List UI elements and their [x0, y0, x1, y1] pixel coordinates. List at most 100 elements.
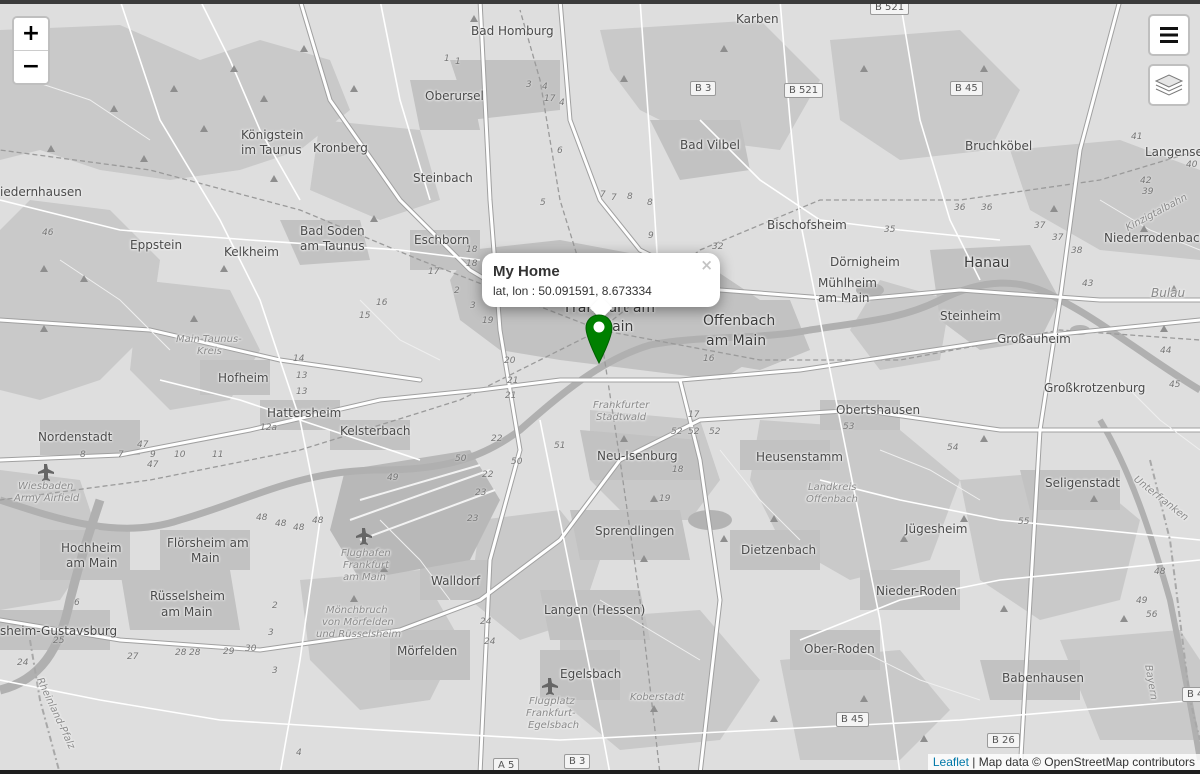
route-number: 56	[1146, 610, 1158, 620]
place-label: Heusenstamm	[756, 450, 843, 464]
route-number: 35	[884, 225, 896, 235]
route-number: 15	[359, 311, 371, 321]
route-number: 24	[480, 617, 492, 627]
route-number: 19	[482, 316, 494, 326]
route-number: 23	[475, 488, 487, 498]
place-label: Rüsselsheim	[150, 589, 225, 603]
route-number: 29	[223, 647, 235, 657]
route-number: 46	[42, 228, 54, 238]
zoom-control: + −	[12, 16, 50, 85]
zoom-in-button[interactable]: +	[14, 18, 48, 51]
place-label: Seligenstadt	[1045, 476, 1120, 490]
attribution-separator: |	[968, 755, 979, 769]
place-label: Babenhausen	[1002, 671, 1084, 685]
route-number: 9	[648, 231, 654, 241]
route-number: 4	[542, 82, 548, 92]
area-label: Frankfurter	[593, 400, 650, 411]
menu-icon	[1160, 27, 1178, 43]
route-number: 20	[504, 356, 516, 366]
route-number: 13	[296, 387, 308, 397]
place-label: Bad Vilbel	[680, 138, 740, 152]
popup-close-button[interactable]: ×	[700, 256, 713, 274]
home-marker[interactable]	[584, 313, 614, 365]
leaflet-link[interactable]: Leaflet	[933, 755, 969, 769]
road-shield: B 4	[1182, 687, 1200, 702]
route-number: 49	[1136, 596, 1148, 606]
place-label: Eppstein	[130, 238, 183, 252]
route-number: 3	[526, 80, 532, 90]
route-number: 6	[557, 146, 563, 156]
place-label: Hochheim	[61, 541, 122, 555]
place-label: Hattersheim	[267, 406, 342, 420]
route-number: 50	[455, 454, 467, 464]
route-number: 44	[1160, 346, 1172, 356]
road-shield: B 521	[784, 83, 824, 98]
menu-button[interactable]	[1148, 14, 1190, 56]
place-label: Hanau	[964, 255, 1010, 271]
place-label: Dörnigheim	[830, 255, 900, 269]
route-number: 18	[466, 259, 478, 269]
route-number: 22	[491, 434, 503, 444]
area-label: Koberstadt	[630, 692, 685, 703]
route-number: 30	[245, 644, 257, 654]
route-number: 32	[712, 242, 724, 252]
area-label: Wiesbaden	[18, 481, 74, 492]
place-label: im Taunus	[241, 143, 302, 157]
marker-popup: My Home lat, lon : 50.091591, 8.673334 ×	[482, 253, 720, 320]
layers-button[interactable]	[1148, 64, 1190, 106]
route-number: 2	[454, 286, 460, 296]
route-number: 2	[272, 601, 278, 611]
place-label: Karben	[736, 12, 779, 26]
popup-title: My Home	[493, 263, 560, 280]
area-label: Bulau	[1151, 286, 1186, 300]
place-label: Königstein	[241, 128, 304, 142]
route-number: 36	[981, 203, 993, 213]
place-label: Steinheim	[940, 309, 1001, 323]
route-number: 7	[611, 193, 617, 203]
zoom-out-button[interactable]: −	[14, 51, 48, 83]
place-label: Bischofsheim	[767, 218, 847, 232]
area-label: Frankfurt-	[526, 708, 576, 719]
route-number: 1	[455, 57, 461, 67]
area-label: Frankfurt	[343, 560, 390, 571]
road-shield: B 45	[836, 712, 869, 727]
route-number: 48	[293, 523, 305, 533]
route-number: 3	[268, 628, 274, 638]
place-label: Nordenstadt	[38, 430, 113, 444]
route-number: 50	[511, 457, 523, 467]
route-number: 37	[1052, 233, 1064, 243]
place-label: Niederrodenbach	[1104, 231, 1200, 245]
route-number: 16	[703, 354, 715, 364]
popup-coordinates: lat, lon : 50.091591, 8.673334	[493, 284, 652, 298]
route-number: 22	[482, 470, 494, 480]
place-label: Sprendlingen	[595, 524, 675, 538]
road-shield: B 45	[950, 81, 983, 96]
area-label: am Main	[343, 572, 386, 583]
place-label: Bad Homburg	[471, 24, 554, 38]
map-container[interactable]: Bad Homburg Karben Oberursel Königstein …	[0, 0, 1200, 774]
place-label: am Main	[706, 333, 767, 349]
route-number: 12a	[260, 423, 277, 433]
place-label: Jügesheim	[905, 522, 968, 536]
route-number: 36	[954, 203, 966, 213]
place-label: Bruchköbel	[965, 139, 1033, 153]
route-number: 38	[1071, 246, 1083, 256]
area-label: Flugplatz	[529, 696, 575, 707]
route-number: 13	[296, 371, 308, 381]
place-label: am Main	[818, 291, 870, 305]
place-label: Ober-Roden	[804, 642, 875, 656]
road-shield: B 3	[564, 754, 591, 769]
route-number: 16	[376, 298, 388, 308]
route-number: 8	[647, 198, 653, 208]
road-shield: B 26	[987, 733, 1020, 748]
route-number: 19	[659, 494, 671, 504]
route-number: 4	[296, 748, 302, 758]
area-label: Mönchbruch	[326, 605, 388, 616]
route-number: 39	[1142, 187, 1154, 197]
layers-icon	[1154, 74, 1184, 96]
place-label: Offenbach	[703, 313, 776, 329]
route-number: 21	[505, 391, 517, 401]
area-label: Main-Taunus-	[176, 334, 242, 345]
map-pin-icon	[585, 314, 613, 365]
route-number: 28	[175, 648, 187, 658]
